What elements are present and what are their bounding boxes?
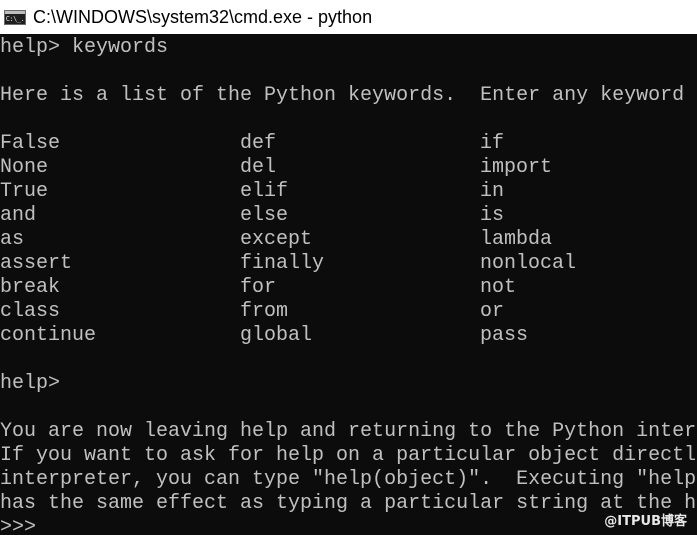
keyword-item: continue: [0, 324, 97, 347]
title-bar[interactable]: C:\_. C:\WINDOWS\system32\cmd.exe - pyth…: [0, 0, 697, 34]
keyword-item: import: [480, 156, 553, 179]
keyword-item: break: [0, 276, 61, 299]
keyword-item: in: [480, 180, 505, 203]
keyword-item: elif: [240, 180, 289, 203]
keyword-item: not: [480, 276, 517, 299]
keyword-item: assert: [0, 252, 73, 275]
keyword-item: or: [480, 300, 505, 323]
keyword-item: finally: [240, 252, 325, 275]
keyword-item: and: [0, 204, 37, 227]
keyword-item: from: [240, 300, 289, 323]
keyword-item: if: [480, 132, 505, 155]
python-prompt[interactable]: >>>: [0, 516, 36, 535]
console-line-leaving-help: You are now leaving help and returning t…: [0, 420, 697, 443]
keyword-item: def: [240, 132, 277, 155]
keyword-item: nonlocal: [480, 252, 577, 275]
keyword-item: except: [240, 228, 313, 251]
console-line-intro: Here is a list of the Python keywords. E…: [0, 84, 685, 107]
keyword-item: None: [0, 156, 49, 179]
cmd-icon-glyph: C:\_.: [5, 14, 25, 23]
console-line-ask-help: If you want to ask for help on a particu…: [0, 444, 697, 467]
keyword-item: as: [0, 228, 25, 251]
keyword-item: class: [0, 300, 61, 323]
console-line-help-prompt: help>: [0, 372, 61, 395]
console-output[interactable]: help> keywords Here is a list of the Pyt…: [0, 34, 697, 535]
console-line-interpreter: interpreter, you can type "help(object)"…: [0, 468, 697, 491]
keyword-item: lambda: [480, 228, 553, 251]
keyword-item: False: [0, 132, 61, 155]
watermark: @ITPUB博客: [604, 514, 687, 529]
keyword-item: del: [240, 156, 277, 179]
keyword-item: global: [240, 324, 313, 347]
window-title: C:\WINDOWS\system32\cmd.exe - python: [33, 6, 373, 27]
keyword-item: else: [240, 204, 289, 227]
cmd-window: C:\_. C:\WINDOWS\system32\cmd.exe - pyth…: [0, 0, 697, 535]
keyword-item: for: [240, 276, 277, 299]
cmd-console-icon[interactable]: C:\_.: [4, 9, 26, 25]
console-line-help-keywords: help> keywords: [0, 36, 169, 59]
keyword-item: is: [480, 204, 505, 227]
keyword-item: pass: [480, 324, 529, 347]
console-line-same-effect: has the same effect as typing a particul…: [0, 492, 697, 515]
keyword-item: True: [0, 180, 49, 203]
